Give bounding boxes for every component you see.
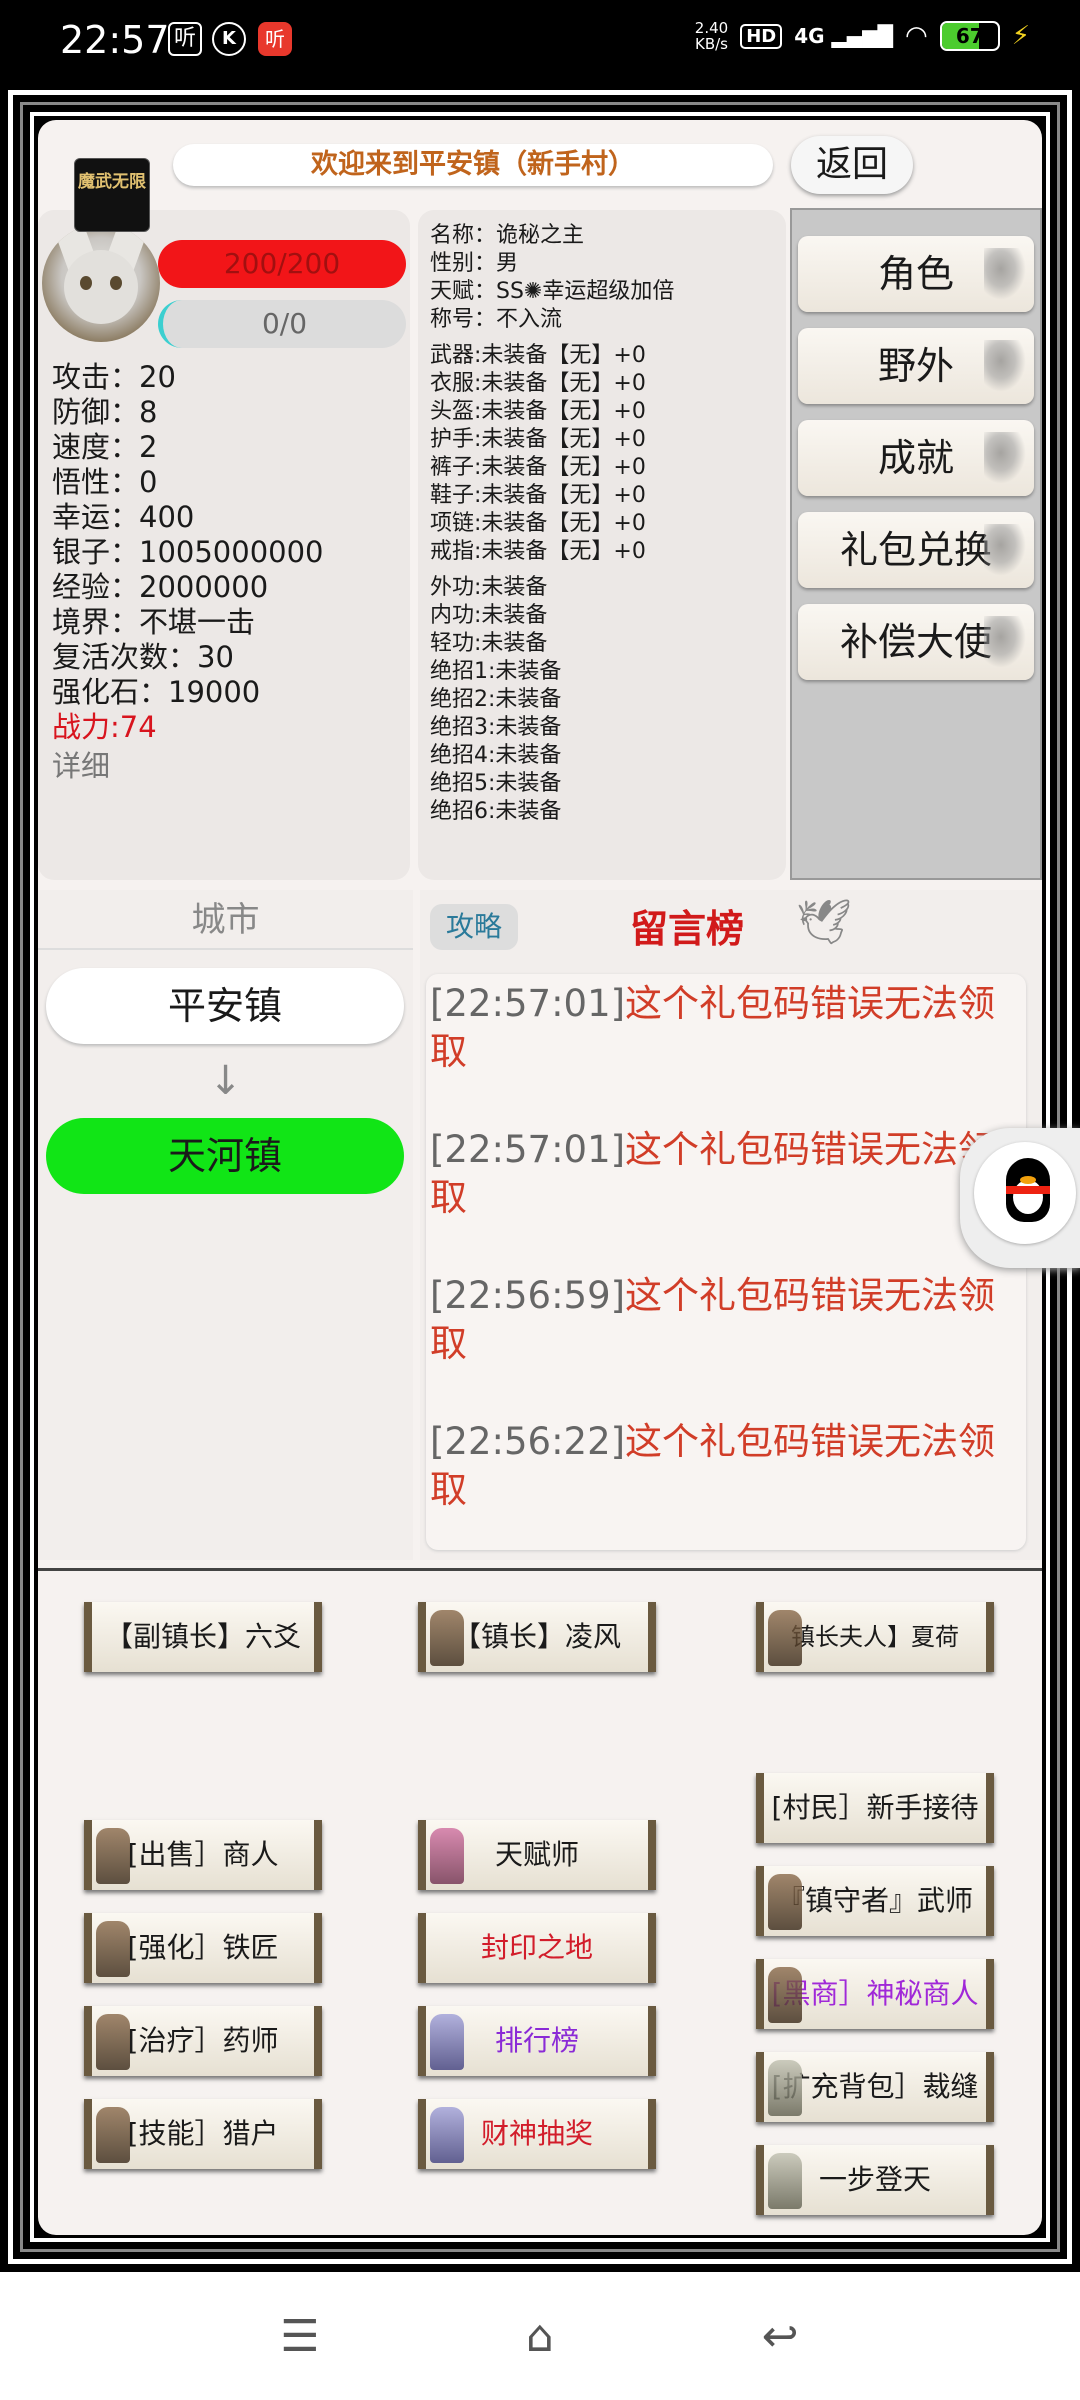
sealed-land-button[interactable]: 封印之地 xyxy=(418,1913,656,1983)
info-talent: 天赋：SS✺幸运超级加倍 xyxy=(430,279,675,304)
npc-mayor-wife-button[interactable]: 镇长夫人】夏荷 xyxy=(756,1602,994,1672)
mp-bar: 0/0 xyxy=(158,300,406,348)
listen-app-icon: 听 xyxy=(258,22,292,56)
battery-icon: 67 xyxy=(939,21,1000,51)
nav-achievement-button[interactable]: 成就 xyxy=(798,420,1034,496)
stat-attack: 攻击：20 xyxy=(52,360,176,394)
back-button[interactable]: 返回 xyxy=(791,136,913,194)
guide-button[interactable]: 攻略 xyxy=(430,904,518,950)
status-bar: 22:57 听 K 听 2.40 KB/s HD 4G ▂▄▆█ ◠ 67 ⚡ xyxy=(0,0,1080,82)
hp-bar: 200/200 xyxy=(158,240,406,288)
stat-silver: 银子：1005000000 xyxy=(52,535,324,569)
npc-tailor-button[interactable]: [扩充背包］裁缝 xyxy=(756,2052,994,2122)
message-item: [22:57:01]这个礼包码错误无法领取 xyxy=(430,982,996,1073)
board-title: 留言榜 xyxy=(630,907,745,951)
skill-ult-3[interactable]: 绝招3:未装备 xyxy=(430,714,786,742)
detail-link[interactable]: 详细 xyxy=(52,749,324,784)
stat-speed: 速度：2 xyxy=(52,430,158,464)
equip-shoes[interactable]: 鞋子:未装备【无】+0 xyxy=(430,482,786,510)
npc-blacksmith-button[interactable]: [强化］铁匠 xyxy=(84,1913,322,1983)
app-notification-icon: 听 xyxy=(168,22,202,56)
skill-ult-1[interactable]: 绝招1:未装备 xyxy=(430,658,786,686)
character-info: 名称：诡秘之主 性别：男 天赋：SS✺幸运超级加倍 称号：不入流 武器:未装备【… xyxy=(418,210,786,880)
game-logo: 魔武无限 xyxy=(74,158,150,232)
section-divider xyxy=(38,1568,1042,1571)
stat-insight: 悟性：0 xyxy=(52,465,158,499)
nav-character-button[interactable]: 角色 xyxy=(798,236,1034,312)
hd-icon: HD xyxy=(740,23,783,49)
skill-ult-6[interactable]: 绝招6:未装备 xyxy=(430,798,786,826)
info-name: 名称：诡秘之主 xyxy=(430,223,585,248)
info-title: 称号：不入流 xyxy=(430,307,563,332)
nav-compensation-button[interactable]: 补偿大使 xyxy=(798,604,1034,680)
equip-helmet[interactable]: 头盔:未装备【无】+0 xyxy=(430,398,786,426)
equip-gloves[interactable]: 护手:未装备【无】+0 xyxy=(430,426,786,454)
skill-ult-2[interactable]: 绝招2:未装备 xyxy=(430,686,786,714)
down-arrow-icon: ↓ xyxy=(208,1058,243,1104)
npc-pharmacist-button[interactable]: [治疗］药师 xyxy=(84,2006,322,2076)
nav-gift-redeem-button[interactable]: 礼包兑换 xyxy=(798,512,1034,588)
message-item: [22:56:59]这个礼包码错误无法领取 xyxy=(430,1274,996,1365)
city-panel: 城市 平安镇 ↓ 天河镇 xyxy=(38,890,413,1560)
charging-icon: ⚡ xyxy=(1011,21,1030,51)
city-title: 城市 xyxy=(38,890,413,950)
qq-float-button[interactable] xyxy=(960,1128,1080,1268)
fortune-draw-button[interactable]: 财神抽奖 xyxy=(418,2099,656,2169)
skill-ult-5[interactable]: 绝招5:未装备 xyxy=(430,770,786,798)
skill-light[interactable]: 轻功:未装备 xyxy=(430,630,786,658)
equip-weapon[interactable]: 武器:未装备【无】+0 xyxy=(430,342,786,370)
message-board: 攻略 留言榜 🕊 [22:57:01]这个礼包码错误无法领取 [22:57:01… xyxy=(420,890,1042,1560)
message-item: [22:56:22]这个礼包码错误无法领取 xyxy=(430,1420,996,1511)
stat-revives: 复活次数：30 xyxy=(52,640,234,674)
ranking-button[interactable]: 排行榜 xyxy=(418,2006,656,2076)
next-city-button[interactable]: 天河镇 xyxy=(46,1118,404,1194)
dove-icon: 🕊 xyxy=(796,897,852,948)
one-step-button[interactable]: 一步登天 xyxy=(756,2145,994,2215)
equip-ring[interactable]: 戒指:未装备【无】+0 xyxy=(430,538,786,566)
npc-merchant-button[interactable]: [出售］商人 xyxy=(84,1820,322,1890)
main-panel: 欢迎来到平安镇（新手村） 返回 魔武无限 200/200 0/0 攻击：20 防… xyxy=(38,120,1042,2235)
home-icon[interactable]: ⌂ xyxy=(515,2312,565,2362)
k-app-icon: K xyxy=(212,22,246,56)
equip-pants[interactable]: 裤子:未装备【无】+0 xyxy=(430,454,786,482)
stat-realm: 境界：不堪一击 xyxy=(52,605,256,639)
system-nav-bar: ☰ ⌂ ↩ xyxy=(0,2272,1080,2400)
skill-ult-4[interactable]: 绝招4:未装备 xyxy=(430,742,786,770)
info-gender: 性别：男 xyxy=(430,251,519,276)
side-nav: 角色 野外 成就 礼包兑换 补偿大使 xyxy=(790,208,1042,880)
qq-penguin-icon xyxy=(1006,1158,1050,1222)
stat-defense: 防御：8 xyxy=(52,395,158,429)
npc-talent-master-button[interactable]: 天赋师 xyxy=(418,1820,656,1890)
net-speed: 2.40 KB/s xyxy=(694,19,729,53)
back-icon[interactable]: ↩ xyxy=(755,2312,805,2362)
stat-stones: 强化石：19000 xyxy=(52,675,261,709)
signal-icon: 4G ▂▄▆█ xyxy=(794,24,894,48)
npc-hunter-button[interactable]: [技能］猎户 xyxy=(84,2099,322,2169)
npc-mayor-button[interactable]: 【镇长】凌风 xyxy=(418,1602,656,1672)
equip-necklace[interactable]: 项链:未装备【无】+0 xyxy=(430,510,786,538)
skill-inner[interactable]: 内功:未装备 xyxy=(430,602,786,630)
wifi-icon: ◠ xyxy=(905,21,928,51)
welcome-banner: 欢迎来到平安镇（新手村） xyxy=(173,144,773,186)
stat-exp: 经验：2000000 xyxy=(52,570,269,604)
menu-icon[interactable]: ☰ xyxy=(275,2312,325,2362)
equip-clothes[interactable]: 衣服:未装备【无】+0 xyxy=(430,370,786,398)
message-item: [22:57:01]这个礼包码错误无法领取 xyxy=(430,1128,996,1219)
current-city-button[interactable]: 平安镇 xyxy=(46,968,404,1044)
npc-mystery-merchant-button[interactable]: [黑商］神秘商人 xyxy=(756,1959,994,2029)
npc-newbie-receptionist-button[interactable]: [村民］新手接待 xyxy=(756,1773,994,1843)
npc-deputy-mayor-button[interactable]: 【副镇长】六爻 xyxy=(84,1602,322,1672)
message-list[interactable]: [22:57:01]这个礼包码错误无法领取 [22:57:01]这个礼包码错误无… xyxy=(426,974,1026,1550)
avatar[interactable] xyxy=(42,224,160,342)
combat-power: 战力:74 xyxy=(52,710,157,744)
stat-luck: 幸运：400 xyxy=(52,500,195,534)
player-stats: 攻击：20 防御：8 速度：2 悟性：0 幸运：400 银子：100500000… xyxy=(52,360,324,784)
nav-wild-button[interactable]: 野外 xyxy=(798,328,1034,404)
npc-guardian-martial-button[interactable]: 『镇守者』武师 xyxy=(756,1866,994,1936)
clock: 22:57 xyxy=(60,18,170,62)
skill-outer[interactable]: 外功:未装备 xyxy=(430,574,786,602)
